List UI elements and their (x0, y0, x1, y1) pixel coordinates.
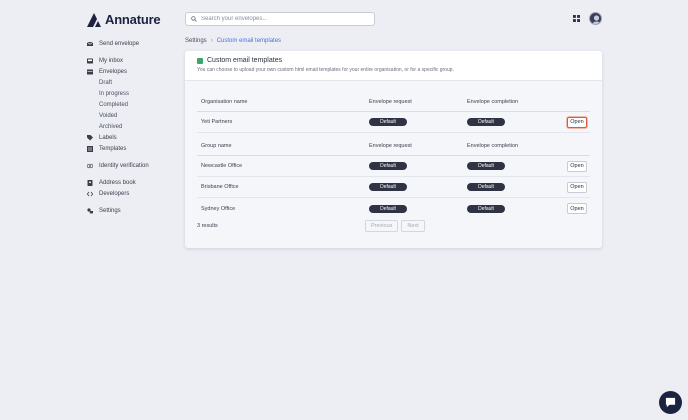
table-row: Brisbane Office Default Default Open (197, 177, 590, 198)
table-row: Newcastle Office Default Default Open (197, 156, 590, 177)
brand-logo[interactable]: Annature (87, 12, 161, 27)
user-avatar[interactable] (589, 12, 602, 25)
organisation-name: Yeti Partners (201, 119, 233, 125)
breadcrumb-settings[interactable]: Settings (185, 38, 207, 44)
open-button[interactable]: Open (567, 116, 587, 128)
status-badge: Default (369, 204, 407, 213)
sidebar-item-labels[interactable]: Labels (87, 132, 177, 143)
pagination: Previous Next (365, 220, 425, 232)
brand-name: Annature (105, 12, 161, 27)
user-icon (592, 15, 601, 24)
sidebar-item-developers[interactable]: Developers (87, 188, 177, 199)
card-title-text: Custom email templates (207, 57, 283, 64)
envelopes-icon (87, 69, 93, 74)
sidebar-item-archived[interactable]: Archived (87, 121, 177, 132)
status-badge: Default (467, 183, 505, 191)
breadcrumb-separator: › (210, 38, 213, 44)
next-button[interactable]: Next (401, 220, 425, 232)
sidebar-item-label: Templates (99, 145, 127, 152)
search-input[interactable] (201, 16, 371, 22)
card-subtitle: You can choose to upload your own custom… (197, 67, 454, 73)
search-bar[interactable] (185, 12, 375, 26)
column-header: Organisation name (201, 98, 248, 105)
sidebar-item-label: Developers (99, 190, 130, 197)
breadcrumb: Settings › Custom email templates (185, 38, 281, 44)
card-header: Custom email templates You can choose to… (185, 51, 602, 81)
sidebar-item-completed[interactable]: Completed (87, 99, 177, 110)
inbox-icon (87, 58, 93, 63)
sidebar-item-label: Identity verification (99, 162, 149, 169)
status-badge: Default (467, 162, 505, 170)
sidebar-item-my-inbox[interactable]: My inbox (87, 55, 177, 66)
group-name: Newcastle Office (201, 163, 243, 169)
eye-icon (87, 163, 93, 168)
open-button[interactable]: Open (567, 160, 587, 172)
sidebar-item-send-envelope[interactable]: Send envelope (87, 38, 177, 49)
sidebar-item-label: Address book (99, 179, 136, 186)
open-button[interactable]: Open (567, 181, 587, 193)
table-header: Group name Envelope request Envelope com… (197, 136, 590, 156)
label-icon (87, 134, 93, 140)
sidebar-item-draft[interactable]: Draft (87, 77, 177, 88)
group-name: Brisbane Office (201, 184, 239, 190)
sidebar-item-label: My inbox (99, 57, 124, 64)
template-icon (197, 57, 203, 64)
column-header: Envelope request (369, 142, 412, 149)
status-badge: Default (467, 204, 505, 213)
send-icon (87, 41, 93, 46)
sidebar-item-address-book[interactable]: Address book (87, 177, 177, 188)
column-header: Envelope completion (467, 142, 519, 149)
sidebar-item-envelopes[interactable]: Envelopes (87, 66, 177, 77)
breadcrumb-current[interactable]: Custom email templates (217, 38, 281, 44)
table-row: Sydney Office Default Default Open (197, 198, 590, 219)
group-table: Group name Envelope request Envelope com… (197, 136, 590, 219)
sidebar-item-in-progress[interactable]: In progress (87, 88, 177, 99)
sidebar-item-voided[interactable]: Voided (87, 110, 177, 121)
templates-icon (87, 145, 93, 152)
organisation-table: Organisation name Envelope request Envel… (197, 92, 590, 133)
email-templates-card: Custom email templates You can choose to… (185, 51, 602, 248)
status-badge: Default (369, 162, 407, 170)
code-icon (87, 191, 93, 196)
settings-icon (87, 207, 93, 213)
annature-logo-icon (87, 12, 101, 27)
column-header: Envelope request (369, 98, 412, 105)
card-title: Custom email templates (197, 57, 590, 64)
table-row: Yeti Partners Default Default Open (197, 112, 590, 133)
group-name: Sydney Office (201, 205, 236, 212)
chat-icon (665, 397, 676, 408)
status-badge: Default (369, 183, 407, 191)
chat-launcher-button[interactable] (659, 391, 682, 414)
sidebar-item-label: Settings (99, 207, 121, 214)
open-button[interactable]: Open (567, 203, 587, 214)
status-badge: Default (369, 118, 407, 126)
apps-grid-icon[interactable] (573, 15, 580, 22)
sidebar-item-label: Labels (99, 134, 117, 141)
sidebar-item-templates[interactable]: Templates (87, 143, 177, 154)
sidebar-item-label: Send envelope (99, 40, 140, 47)
sidebar-item-settings[interactable]: Settings (87, 205, 177, 216)
sidebar-item-identity-verification[interactable]: Identity verification (87, 160, 177, 171)
column-header: Envelope completion (467, 98, 519, 105)
column-header: Group name (201, 142, 232, 149)
status-badge: Default (467, 118, 505, 126)
search-icon (191, 16, 197, 22)
results-count: 3 results (197, 223, 218, 229)
table-header: Organisation name Envelope request Envel… (197, 92, 590, 112)
table-footer: 3 results Previous Next (197, 220, 590, 232)
sidebar-item-label: Envelopes (99, 68, 128, 75)
sidebar-nav: Send envelope My inbox Envelopes Draft I… (87, 38, 177, 216)
previous-button[interactable]: Previous (365, 220, 399, 232)
address-book-icon (87, 179, 93, 186)
